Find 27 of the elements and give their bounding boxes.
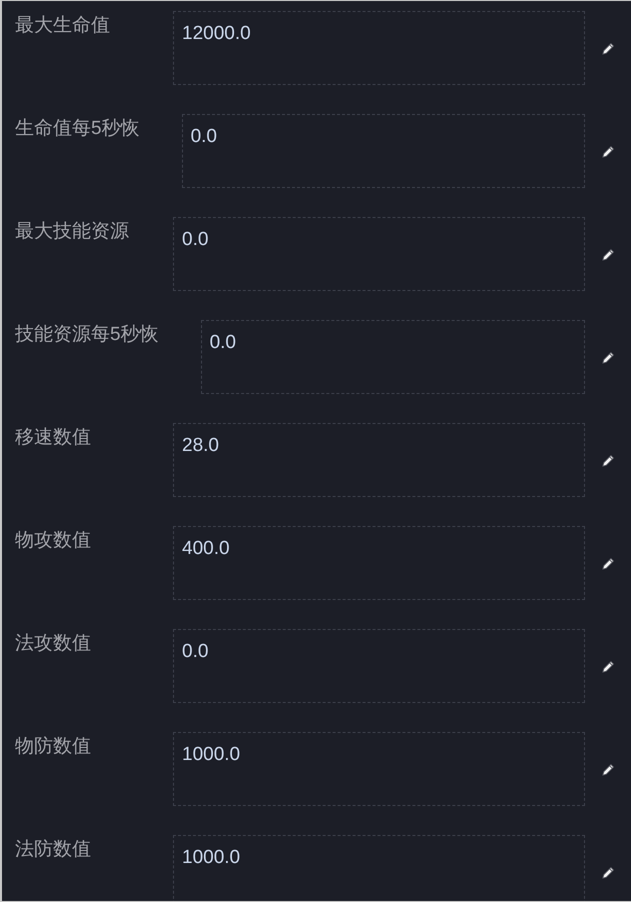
field-label: 物防数值 — [15, 736, 91, 757]
pencil-icon[interactable] — [602, 660, 614, 672]
input-field[interactable]: 1000.0 — [173, 835, 585, 901]
input-field[interactable]: 400.0 — [173, 526, 585, 600]
field-label: 生命值每5秒恢 — [15, 118, 140, 139]
field-label: 法攻数值 — [15, 633, 91, 654]
pencil-icon[interactable] — [602, 248, 614, 260]
pencil-icon[interactable] — [602, 556, 614, 570]
field-label: 最大生命值 — [15, 15, 110, 36]
pencil-icon[interactable] — [602, 454, 614, 466]
input-field[interactable]: 1000.0 — [173, 732, 585, 806]
pencil-icon[interactable] — [602, 762, 614, 776]
input-field[interactable]: 0.0 — [173, 217, 585, 291]
field-label: 技能资源每5秒恢 — [15, 324, 159, 345]
input-field[interactable]: 28.0 — [173, 423, 585, 497]
input-field[interactable]: 0.0 — [182, 114, 585, 188]
input-field[interactable]: 0.0 — [200, 320, 585, 394]
pencil-icon[interactable] — [602, 144, 614, 158]
field-label: 物攻数值 — [15, 530, 91, 551]
input-field[interactable]: 12000.0 — [173, 11, 585, 85]
field-label: 最大技能资源 — [15, 221, 129, 242]
pencil-icon[interactable] — [602, 42, 614, 54]
input-field[interactable]: 0.0 — [173, 629, 585, 703]
field-label: 移速数值 — [15, 427, 91, 448]
pencil-icon[interactable] — [602, 350, 614, 364]
pencil-icon[interactable] — [602, 866, 614, 878]
field-label: 法防数值 — [15, 839, 91, 860]
